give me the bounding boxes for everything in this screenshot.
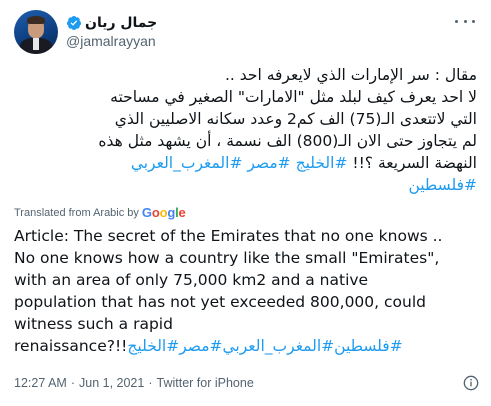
translation-line: population that has not yet exceeded 800… (14, 293, 426, 311)
hashtag-links[interactable]: #الخليج #مصر #المغرب_العربي (131, 154, 348, 172)
tweet-line: لم يتجاوز حتى الان الـ(800) الف نسمة ، أ… (98, 132, 477, 150)
tweet-line-text: النهضة السريعة ؟!! (347, 154, 477, 172)
hashtag-link[interactable]: #فلسطين (408, 176, 477, 194)
tweet-time[interactable]: 12:27 AM (14, 376, 67, 390)
info-icon[interactable] (463, 375, 479, 391)
translation-line-text: renaissance?!! (14, 337, 128, 355)
tweet: جمال ريان @jamalrayyan مقال : سر الإمارا… (0, 0, 491, 406)
separator: · (70, 376, 75, 390)
translation-line: witness such a rapid (14, 315, 173, 333)
tweet-header: جمال ريان @jamalrayyan (14, 10, 157, 54)
translation-line: renaissance?!!#فلسطين#المغرب_العربي#مصر#… (14, 335, 481, 357)
tweet-line: النهضة السريعة ؟!! #الخليج #مصر #المغرب_… (14, 152, 477, 174)
tweet-line: مقال : سر الإمارات الذي لايعرفه احد .. (224, 66, 477, 84)
translation-label: Translated from Arabic by (14, 206, 139, 219)
user-names: جمال ريان @jamalrayyan (66, 14, 157, 50)
tweet-line: لا احد يعرف كيف لبلد مثل "الامارات" الصغ… (110, 88, 477, 106)
tweet-line: التي لاتتعدى الـ(75) الف كم2 وعدد سكانه … (114, 110, 477, 128)
verified-badge-icon (66, 16, 81, 30)
more-options-icon[interactable] (455, 14, 475, 28)
translation-notice: Translated from Arabic by Google (14, 205, 186, 220)
display-name-row[interactable]: جمال ريان (66, 14, 157, 32)
google-logo: Google (141, 205, 186, 220)
tweet-source: Twitter for iPhone (156, 376, 254, 390)
avatar[interactable] (14, 10, 58, 54)
tweet-meta: 12:27 AM · Jun 1, 2021 · Twitter for iPhone (14, 376, 254, 390)
display-name[interactable]: جمال ريان (85, 14, 157, 32)
translation-line: with an area of only 75,000 km2 and a na… (14, 271, 369, 289)
tweet-date[interactable]: Jun 1, 2021 (79, 376, 144, 390)
translated-text: Article: The secret of the Emirates that… (14, 225, 481, 357)
hashtag-links[interactable]: #فلسطين#المغرب_العربي#مصر#الخليج (127, 337, 402, 355)
tweet-line: #فلسطين (14, 174, 477, 196)
separator: · (148, 376, 153, 390)
user-handle[interactable]: @jamalrayyan (66, 32, 157, 50)
translation-line: Article: The secret of the Emirates that… (14, 227, 443, 245)
translation-line: No one knows how a country like the smal… (14, 249, 440, 267)
tweet-text: مقال : سر الإمارات الذي لايعرفه احد .. ل… (14, 64, 477, 196)
